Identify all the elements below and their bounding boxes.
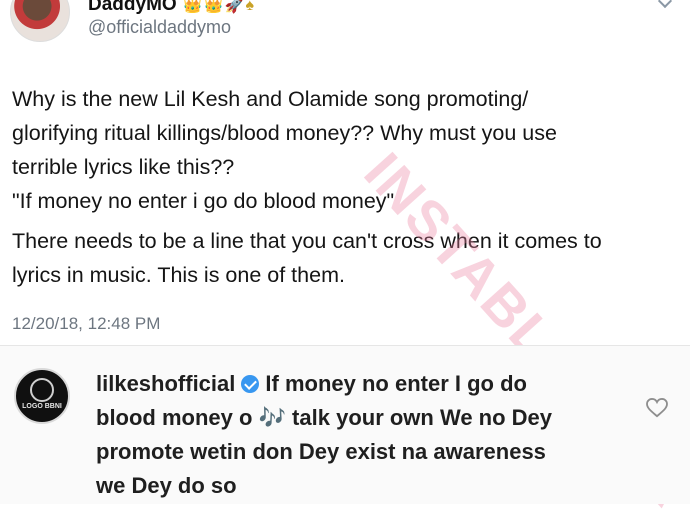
comment-avatar[interactable]: LOGO BBNI [14,368,70,424]
display-name[interactable]: DaddyMO [88,0,177,16]
tweet-line: "If money no enter i go do blood money" [12,189,395,213]
tweet-name-row: DaddyMO 👑👑🚀♠ [88,0,255,16]
heart-icon[interactable] [646,398,668,418]
tweet-line: There needs to be a line that you can't … [12,229,602,253]
comment-text: lilkeshofficial If money no enter I go do… [96,367,566,503]
tweet-card: DaddyMO 👑👑🚀♠ @officialdaddymo Why is the… [0,0,690,345]
handle[interactable]: @officialdaddymo [88,17,231,38]
tweet-line: terrible lyrics like this?? [12,155,235,179]
comment-row: LOGO BBNI lilkeshofficial If money no ent… [0,345,690,504]
comment-username[interactable]: lilkeshofficial [96,371,235,396]
avatar[interactable] [10,0,70,42]
timestamp[interactable]: 12/20/18, 12:48 PM [12,314,160,334]
name-emojis: 👑👑🚀♠ [182,0,255,14]
tweet-line: glorifying ritual killings/blood money??… [12,121,557,145]
chevron-down-icon[interactable] [660,0,674,4]
tweet-line: lyrics in music. This is one of them. [12,263,345,287]
tweet-text: Why is the new Lil Kesh and Olamide song… [12,82,672,292]
tweet-line: Why is the new Lil Kesh and Olamide song… [12,87,529,111]
avatar-logo-text: LOGO BBNI [22,403,62,410]
verified-icon [241,375,260,393]
logo-icon [30,378,54,402]
